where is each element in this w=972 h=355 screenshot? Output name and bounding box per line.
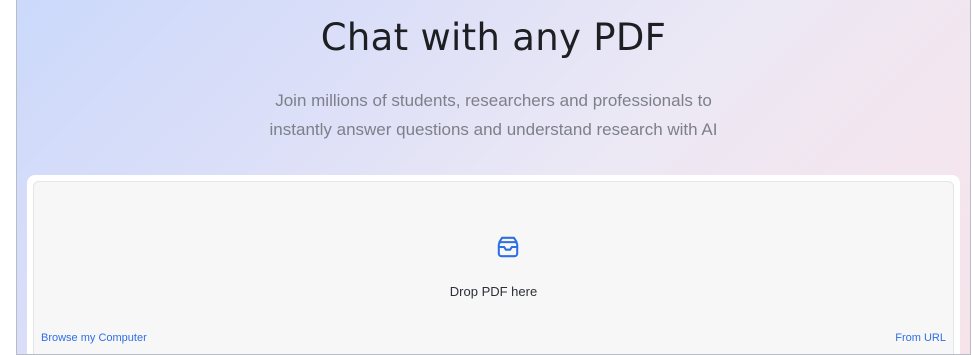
inbox-icon[interactable] xyxy=(495,234,521,260)
page-frame: Chat with any PDF Join millions of stude… xyxy=(16,0,971,355)
browse-computer-link[interactable]: Browse my Computer xyxy=(41,332,147,344)
upload-card: Drop PDF here Browse my Computer From UR… xyxy=(27,175,960,354)
drop-pdf-label: Drop PDF here xyxy=(449,284,538,299)
from-url-link[interactable]: From URL xyxy=(895,332,946,344)
subtitle-line-1: Join millions of students, researchers a… xyxy=(275,91,712,110)
page-subtitle: Join millions of students, researchers a… xyxy=(17,86,970,144)
pdf-drop-zone[interactable]: Drop PDF here Browse my Computer From UR… xyxy=(33,181,954,354)
page-title: Chat with any PDF xyxy=(320,16,667,59)
subtitle-line-2: instantly answer questions and understan… xyxy=(269,120,718,139)
